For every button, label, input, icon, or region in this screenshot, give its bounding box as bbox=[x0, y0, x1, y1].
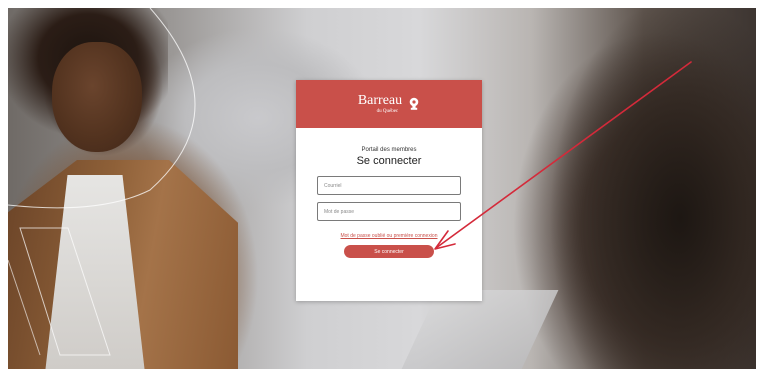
card-header: Barreau du Québec bbox=[296, 80, 482, 128]
portal-subtitle: Portail des membres bbox=[361, 147, 417, 153]
login-form: Portail des membres Se connecter Mot de … bbox=[296, 128, 482, 258]
login-button[interactable]: Se connecter bbox=[344, 245, 434, 258]
pawn-seal-icon bbox=[409, 97, 419, 110]
login-card: Barreau du Québec Portail des membres Se… bbox=[296, 80, 482, 301]
password-field[interactable] bbox=[317, 202, 461, 221]
brand-logo-group: Barreau du Québec bbox=[358, 94, 420, 114]
forgot-password-link[interactable]: Mot de passe oublié ou première connexio… bbox=[317, 233, 461, 239]
brand-subtitle: du Québec bbox=[376, 109, 399, 114]
brand-name: Barreau bbox=[357, 93, 403, 108]
email-field[interactable] bbox=[317, 176, 461, 195]
page-title: Se connecter bbox=[356, 155, 422, 167]
